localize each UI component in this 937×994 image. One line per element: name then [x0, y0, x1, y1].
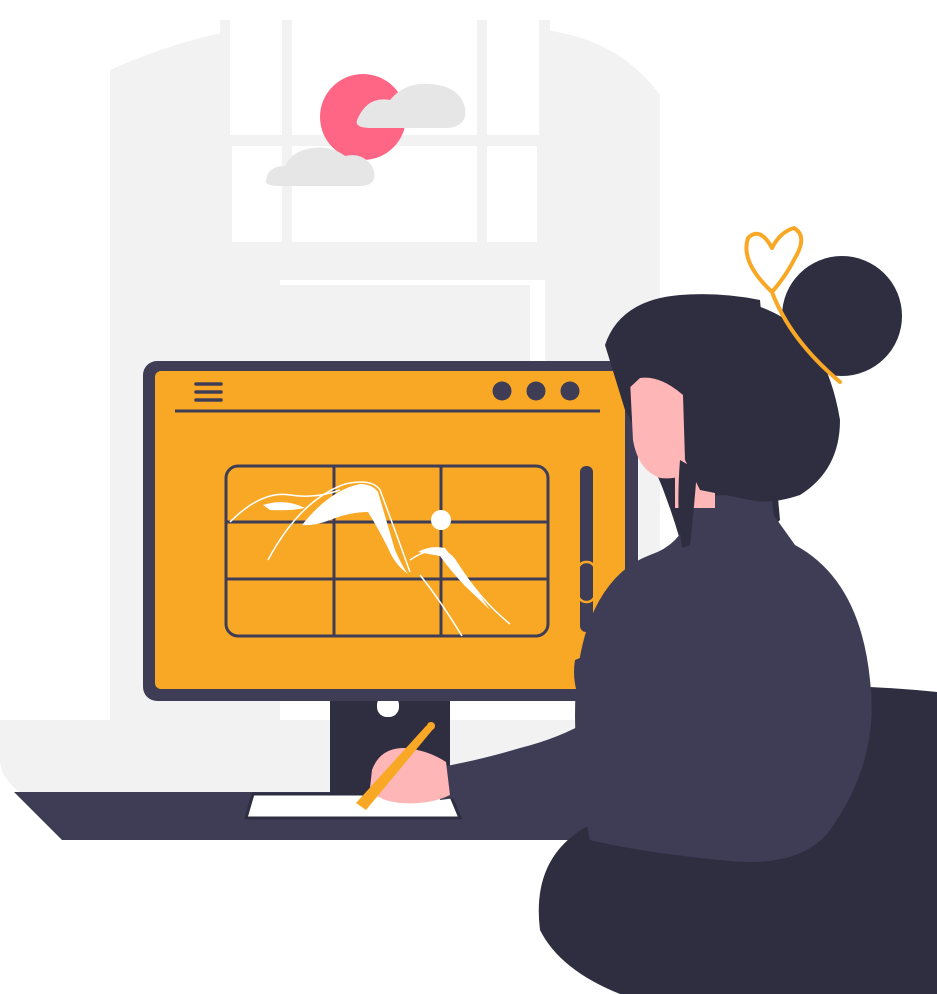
screen-slider	[576, 466, 597, 632]
illustration-svg	[0, 20, 937, 994]
window-dots-icon	[492, 381, 580, 401]
hair-bun	[782, 256, 902, 376]
illustration-canvas	[0, 0, 937, 994]
